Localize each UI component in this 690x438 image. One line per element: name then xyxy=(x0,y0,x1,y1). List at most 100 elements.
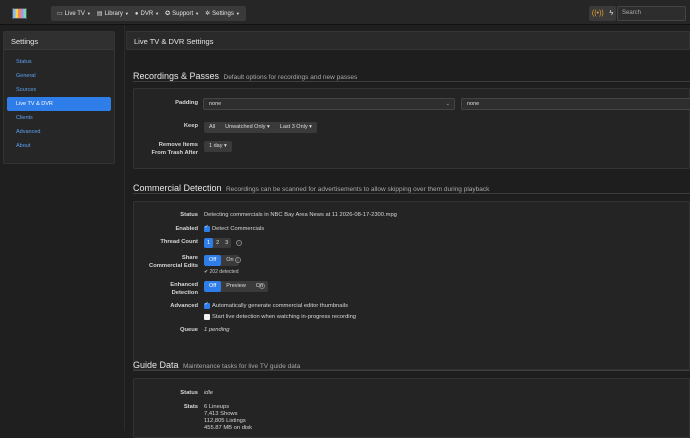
nav-label: DVR xyxy=(140,10,154,17)
keep-last-button[interactable]: Last 3 Only ▾ xyxy=(275,122,317,133)
nav-label: Support xyxy=(172,10,194,17)
commercial-panel: Status Detecting commercials in NBC Bay … xyxy=(133,201,690,370)
antenna-icon[interactable]: ((•)) xyxy=(592,10,604,17)
section-title: Recordings & Passes xyxy=(133,71,220,81)
search-input[interactable]: Search xyxy=(617,6,686,21)
top-navbar: ▭ Live TV ▼ ▤ Library ▼ ● DVR ▼ ✪ Support ▼ ✲ Set… xyxy=(0,0,690,25)
app-logo-icon[interactable] xyxy=(12,8,27,19)
chevron-down-icon: ▼ xyxy=(195,11,200,16)
section-divider xyxy=(133,193,690,194)
page-title: Live TV & DVR Settings xyxy=(126,31,690,50)
button-label: Last 3 Only xyxy=(279,124,308,130)
enabled-label: Enabled xyxy=(175,226,198,232)
select-value: none xyxy=(467,101,480,107)
nav-label: Live TV xyxy=(64,10,85,17)
sidebar-item-clients[interactable]: Clients xyxy=(7,111,111,125)
threads-label: Thread Count xyxy=(160,239,198,245)
section-divider xyxy=(133,370,690,371)
share-detected-count: ✔ 202 detected xyxy=(204,269,239,275)
support-icon: ✪ xyxy=(165,11,171,17)
trash-dropdown[interactable]: 1 day ▾ xyxy=(204,141,232,152)
nav-label: Settings xyxy=(212,10,234,17)
live-detection-text: Start live detection when watching in-pr… xyxy=(212,314,357,320)
guide-status-label: Status xyxy=(180,390,198,396)
info-icon[interactable]: i xyxy=(236,240,242,246)
button-label: Unwatched Only xyxy=(225,124,266,130)
sidebar-item-advanced[interactable]: Advanced xyxy=(7,125,111,139)
column-divider xyxy=(124,25,125,431)
padding-after-select[interactable]: none xyxy=(461,98,690,110)
share-label-line1: Share xyxy=(181,255,198,261)
keep-all-button[interactable]: All xyxy=(204,122,220,133)
chevron-down-icon: ▼ xyxy=(124,11,129,16)
share-off-button[interactable]: Off xyxy=(204,255,222,266)
gear-icon: ✲ xyxy=(205,11,211,17)
status-value: Detecting commercials in NBC Bay Area Ne… xyxy=(204,212,397,218)
section-subtitle: Maintenance tasks for live TV guide data xyxy=(182,363,301,370)
button-label: 1 day xyxy=(209,143,223,149)
status-label: Status xyxy=(180,212,198,218)
trash-label-line1: Remove Items xyxy=(158,142,198,148)
queue-label: Queue xyxy=(179,327,198,333)
settings-main: Live TV & DVR Settings Recordings & Pass… xyxy=(126,31,690,438)
nav-library[interactable]: ▤ Library ▼ xyxy=(94,6,132,21)
nav-dvr[interactable]: ● DVR ▼ xyxy=(132,6,162,21)
keep-unwatched-button[interactable]: Unwatched Only ▾ xyxy=(220,122,275,133)
sidebar-item-sources[interactable]: Sources xyxy=(7,83,111,97)
info-icon[interactable]: i xyxy=(235,257,241,263)
chevron-down-icon: ▼ xyxy=(86,11,91,16)
keep-label: Keep xyxy=(183,123,198,129)
trash-value: 1 day ▾ xyxy=(209,143,227,149)
chevron-down-icon: ▼ xyxy=(235,11,240,16)
enabled-checkbox[interactable] xyxy=(204,224,210,232)
thread-2-button[interactable]: 2 xyxy=(213,238,222,248)
nav-label: Library xyxy=(104,10,123,17)
tv-icon: ▭ xyxy=(57,11,63,17)
enabled-text: Detect Commercials xyxy=(212,226,265,232)
recordings-panel: Padding none ⌄ none Keep All Unwatched On… xyxy=(133,88,690,169)
thread-3-button[interactable]: 3 xyxy=(222,238,231,248)
guide-stats-label: Stats xyxy=(183,404,198,410)
enhanced-preview-button[interactable]: Preview xyxy=(221,281,251,292)
share-toggle: Off On xyxy=(204,255,239,266)
bolt-icon[interactable]: ϟ xyxy=(609,10,613,17)
chevron-down-icon: ▼ xyxy=(155,11,160,16)
main-nav: ▭ Live TV ▼ ▤ Library ▼ ● DVR ▼ ✪ Support ▼ ✲ Set… xyxy=(51,6,246,21)
sidebar-item-live-tv-dvr[interactable]: Live TV & DVR xyxy=(7,97,111,111)
padding-before-select[interactable]: none ⌄ xyxy=(203,98,455,110)
section-title: Commercial Detection xyxy=(133,183,222,193)
queue-value: 1 pending xyxy=(204,327,230,333)
auto-thumbnails-text: Automatically generate commercial editor… xyxy=(212,303,348,309)
advanced-label: Advanced xyxy=(170,303,198,309)
thread-count-group: 1 2 3 xyxy=(204,238,232,248)
auto-thumbnails-checkbox[interactable] xyxy=(204,301,210,309)
settings-sidebar: Settings Status General Sources Live TV … xyxy=(3,31,115,164)
sidebar-title: Settings xyxy=(4,32,114,50)
keep-button-group: All Unwatched Only ▾ Last 3 Only ▾ xyxy=(204,122,317,133)
live-detection-checkbox[interactable] xyxy=(204,314,210,320)
guide-status-value: idle xyxy=(204,390,214,396)
enhanced-label-line1: Enhanced xyxy=(170,282,198,288)
enhanced-label-line2: Detection xyxy=(171,290,198,296)
nav-live-tv[interactable]: ▭ Live TV ▼ xyxy=(54,6,94,21)
select-value: none xyxy=(209,101,222,107)
trash-label-line2: From Trash After xyxy=(151,150,199,156)
sidebar-item-about[interactable]: About xyxy=(7,139,111,153)
sidebar-item-status[interactable]: Status xyxy=(7,55,111,69)
section-divider xyxy=(133,81,690,82)
section-subtitle: Default options for recordings and new p… xyxy=(223,74,358,81)
status-icons: ((•)) ϟ xyxy=(589,6,616,21)
nav-settings[interactable]: ✲ Settings ▼ xyxy=(202,6,243,21)
sidebar-item-general[interactable]: General xyxy=(7,69,111,83)
chevron-down-icon: ⌄ xyxy=(445,101,450,107)
book-icon: ▤ xyxy=(96,11,103,17)
thread-1-button[interactable]: 1 xyxy=(204,238,214,248)
section-subtitle: Recordings can be scanned for advertisem… xyxy=(225,186,490,193)
section-title: Guide Data xyxy=(133,360,179,370)
enhanced-off-button[interactable]: Off xyxy=(204,281,222,292)
info-icon[interactable]: i xyxy=(259,283,265,289)
nav-support[interactable]: ✪ Support ▼ xyxy=(162,6,202,21)
record-icon: ● xyxy=(134,10,139,17)
share-label-line2: Commercial Edits xyxy=(149,263,198,269)
guide-panel: Status idle Stats 6 Lineups 7,413 Shows … xyxy=(133,378,690,438)
